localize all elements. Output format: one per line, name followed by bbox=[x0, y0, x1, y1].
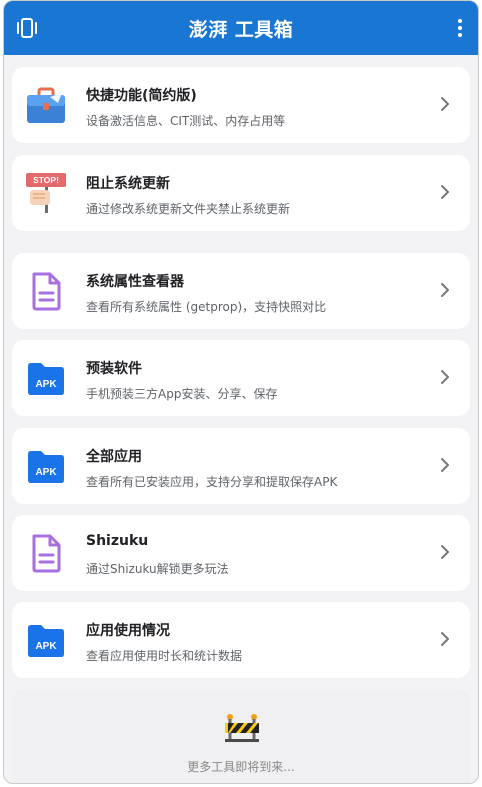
app-title: 澎湃 工具箱 bbox=[188, 18, 294, 41]
card-subtitle: 查看所有已安装应用，支持分享和提取保存APK bbox=[86, 475, 338, 489]
card-subtitle: 查看所有系统属性 (getprop)，支持快照对比 bbox=[86, 300, 327, 314]
card-title: Shizuku bbox=[86, 533, 149, 549]
apk-label: APK bbox=[35, 379, 57, 390]
construction-barrier-icon bbox=[225, 714, 259, 742]
tool-card-preinstalled[interactable]: APK 预装软件 手机预装三方App安装、分享、保存 bbox=[12, 340, 470, 416]
card-subtitle: 通过Shizuku解锁更多玩法 bbox=[86, 562, 229, 576]
apk-label: APK bbox=[35, 641, 57, 652]
card-title: 系统属性查看器 bbox=[86, 274, 184, 290]
chevron-right-icon bbox=[441, 283, 449, 297]
stop-sign-text: STOP! bbox=[33, 175, 59, 185]
card-title: 快捷功能(简约版) bbox=[86, 88, 197, 104]
card-subtitle: 手机预装三方App安装、分享、保存 bbox=[86, 387, 278, 401]
tool-card-shizuku[interactable]: Shizuku 通过Shizuku解锁更多玩法 bbox=[12, 515, 470, 591]
coming-soon-text: 更多工具即将到来... bbox=[187, 760, 295, 774]
tool-card-prop-viewer[interactable]: 系统属性查看器 查看所有系统属性 (getprop)，支持快照对比 bbox=[12, 253, 470, 329]
more-vert-icon[interactable] bbox=[448, 15, 472, 41]
app-window: 澎湃 工具箱 快捷功能(简约版) 设备激活信息、CIT测试、内存占用等 STOP… bbox=[3, 0, 479, 784]
chevron-right-icon bbox=[441, 185, 449, 199]
document-icon bbox=[32, 272, 61, 311]
card-subtitle: 查看应用使用时长和统计数据 bbox=[86, 649, 243, 663]
apk-folder-icon: APK bbox=[28, 363, 64, 395]
card-subtitle: 通过修改系统更新文件夹禁止系统更新 bbox=[86, 202, 291, 216]
coming-soon-card: 更多工具即将到来... bbox=[12, 689, 470, 783]
apk-folder-icon: APK bbox=[28, 625, 64, 657]
stop-sign-hand-icon: STOP! bbox=[26, 173, 66, 213]
tool-card-block-update[interactable]: STOP! 阻止系统更新 通过修改系统更新文件夹禁止系统更新 bbox=[12, 155, 470, 231]
apk-folder-icon: APK bbox=[28, 451, 64, 483]
tool-card-quick-functions[interactable]: 快捷功能(简约版) 设备激活信息、CIT测试、内存占用等 bbox=[12, 67, 470, 143]
tool-card-all-apps[interactable]: APK 全部应用 查看所有已安装应用，支持分享和提取保存APK bbox=[12, 428, 470, 504]
card-title: 阻止系统更新 bbox=[86, 176, 170, 192]
chevron-right-icon bbox=[441, 370, 449, 384]
chevron-right-icon bbox=[441, 545, 449, 559]
chevron-right-icon bbox=[441, 97, 449, 111]
tool-card-app-usage[interactable]: APK 应用使用情况 查看应用使用时长和统计数据 bbox=[12, 602, 470, 678]
card-subtitle: 设备激活信息、CIT测试、内存占用等 bbox=[86, 114, 286, 128]
vibrate-phone-icon[interactable] bbox=[14, 15, 40, 41]
chevron-right-icon bbox=[441, 458, 449, 472]
apk-label: APK bbox=[35, 467, 57, 478]
document-icon bbox=[32, 534, 61, 573]
chevron-right-icon bbox=[441, 632, 449, 646]
card-title: 全部应用 bbox=[86, 449, 142, 465]
top-app-bar: 澎湃 工具箱 bbox=[4, 1, 478, 55]
card-title: 预装软件 bbox=[86, 361, 142, 377]
card-title: 应用使用情况 bbox=[86, 623, 170, 639]
briefcase-icon bbox=[27, 87, 65, 123]
